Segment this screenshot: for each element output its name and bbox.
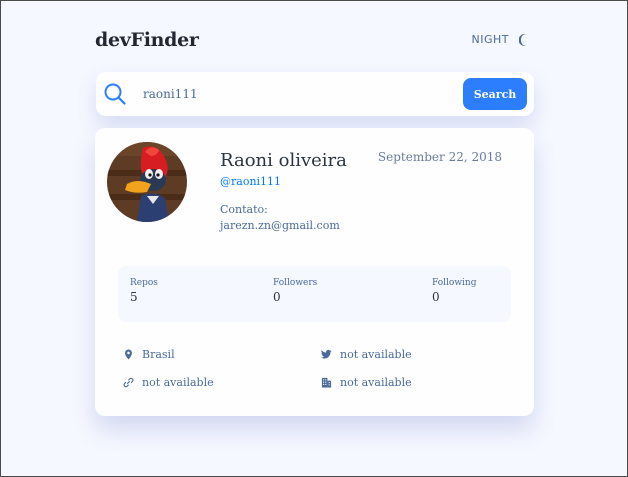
search-bar: Search bbox=[96, 72, 534, 116]
avatar-image bbox=[107, 142, 187, 222]
profile-login-link[interactable]: @raoni111 bbox=[220, 175, 281, 188]
search-icon bbox=[104, 83, 126, 105]
stat-followers-label: Followers bbox=[273, 278, 318, 288]
stat-repos-value: 5 bbox=[130, 290, 138, 304]
theme-toggle[interactable]: NIGHT bbox=[472, 33, 532, 46]
twitter-text: not available bbox=[340, 348, 412, 361]
company-text: not available bbox=[340, 376, 412, 389]
profile-card: Raoni oliveira September 22, 2018 @raoni… bbox=[95, 128, 534, 416]
twitter-icon bbox=[321, 349, 332, 359]
location-text: Brasil bbox=[142, 348, 175, 361]
profile-name: Raoni oliveira bbox=[220, 150, 347, 171]
building-icon bbox=[321, 377, 332, 388]
stat-following-label: Following bbox=[432, 278, 477, 288]
header: devFinder NIGHT bbox=[95, 29, 531, 53]
bio-label: Contato: bbox=[220, 203, 268, 216]
theme-toggle-label: NIGHT bbox=[471, 33, 509, 46]
moon-icon bbox=[519, 33, 527, 46]
stats-panel: Repos 5 Followers 0 Following 0 bbox=[118, 266, 511, 322]
joined-date: September 22, 2018 bbox=[377, 150, 502, 164]
search-input[interactable] bbox=[143, 85, 443, 103]
search-button[interactable]: Search bbox=[463, 78, 527, 110]
location-item: Brasil bbox=[123, 348, 175, 361]
bio-email: jarezn.zn@gmail.com bbox=[220, 219, 340, 232]
stat-repos: Repos 5 bbox=[130, 278, 158, 304]
stat-repos-label: Repos bbox=[130, 278, 158, 288]
stat-followers: Followers 0 bbox=[273, 278, 317, 304]
location-pin-icon bbox=[125, 349, 132, 360]
stat-followers-value: 0 bbox=[273, 290, 281, 304]
stat-following: Following 0 bbox=[432, 278, 477, 304]
company-item: not available bbox=[321, 376, 412, 389]
app-logo: devFinder bbox=[95, 29, 199, 51]
twitter-item: not available bbox=[321, 348, 412, 361]
stat-following-value: 0 bbox=[432, 290, 440, 304]
website-item: not available bbox=[123, 376, 214, 389]
website-text: not available bbox=[142, 376, 214, 389]
link-icon bbox=[123, 377, 134, 388]
avatar bbox=[107, 142, 187, 222]
